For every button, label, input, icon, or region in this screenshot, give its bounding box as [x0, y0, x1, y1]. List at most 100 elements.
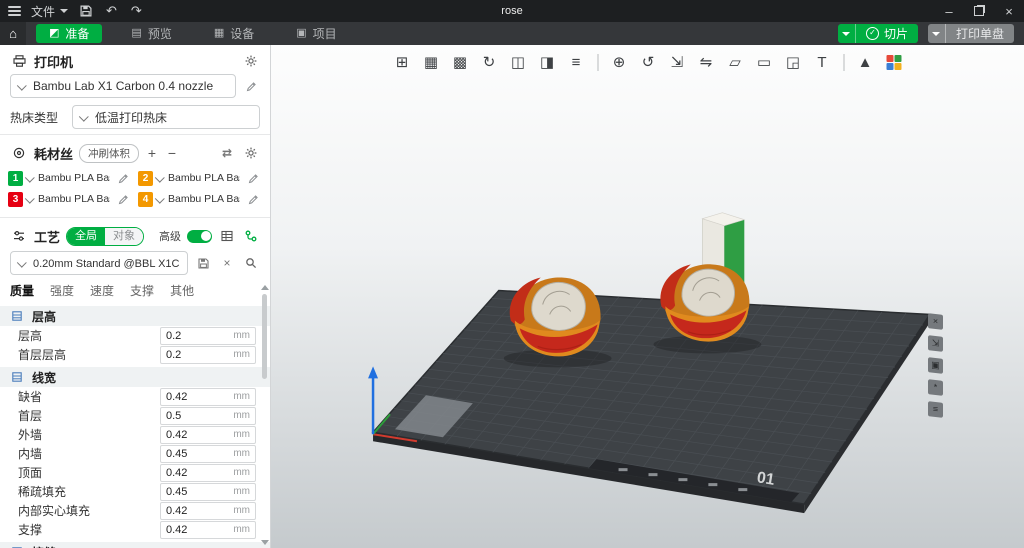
section-icon: [8, 307, 26, 325]
filament-color-swatch[interactable]: 4: [138, 192, 153, 207]
process-tab-2[interactable]: 速度: [90, 282, 114, 299]
plate-rename-icon[interactable]: ≡: [928, 401, 943, 418]
plate-lock-icon[interactable]: ▣: [928, 357, 943, 374]
assembly-view-icon[interactable]: ◲: [781, 50, 805, 74]
add-text-icon[interactable]: T: [810, 50, 834, 74]
param-input[interactable]: 0.42mm: [160, 426, 256, 444]
redo-icon[interactable]: ↷: [129, 3, 144, 19]
slice-dropdown-caret[interactable]: [838, 24, 856, 43]
bed-type-dropdown[interactable]: 低温打印热床: [72, 105, 260, 129]
split-to-objects-icon[interactable]: ◫: [506, 50, 530, 74]
undo-icon[interactable]: ↶: [104, 3, 119, 19]
printer-settings-gear-icon[interactable]: [242, 52, 260, 70]
param-input[interactable]: 0.42mm: [160, 388, 256, 406]
param-input[interactable]: 0.2mm: [160, 327, 256, 345]
scroll-down-arrow[interactable]: [261, 540, 269, 545]
tab-device[interactable]: ▦设备: [201, 24, 267, 43]
tab-project[interactable]: ▣项目: [283, 24, 349, 43]
edit-filament-icon[interactable]: [244, 190, 262, 208]
process-tab-1[interactable]: 强度: [50, 282, 74, 299]
remove-filament-button[interactable]: −: [165, 145, 179, 161]
add-plate-icon[interactable]: ▦: [419, 50, 443, 74]
process-section-title: 工艺: [34, 227, 60, 246]
preview-icon: ▤: [131, 28, 141, 39]
process-tab-4[interactable]: 其他: [170, 282, 194, 299]
search-icon[interactable]: [242, 254, 260, 272]
lay-on-face-icon[interactable]: ▱: [723, 50, 747, 74]
rotate-icon[interactable]: ↺: [636, 50, 660, 74]
edit-filament-icon[interactable]: [114, 190, 132, 208]
color-paint-icon[interactable]: [882, 51, 905, 74]
minimize-button[interactable]: –: [934, 0, 964, 22]
scroll-up-arrow[interactable]: [261, 285, 269, 290]
plate-delete-icon[interactable]: ×: [928, 313, 943, 330]
filament-color-swatch[interactable]: 2: [138, 171, 153, 186]
compare-preset-icon[interactable]: [242, 227, 260, 245]
edit-filament-icon[interactable]: [244, 169, 262, 187]
delete-preset-icon[interactable]: ×: [218, 254, 236, 272]
plate-fit-icon[interactable]: ⇲: [928, 335, 943, 352]
edit-printer-icon[interactable]: [242, 77, 260, 95]
param-input[interactable]: 0.42mm: [160, 521, 256, 539]
add-filament-button[interactable]: +: [145, 145, 159, 161]
printer-preset-value: Bambu Lab X1 Carbon 0.4 nozzle: [33, 79, 213, 93]
sync-filament-icon[interactable]: ⇄: [218, 144, 236, 162]
filament-settings-gear-icon[interactable]: [242, 144, 260, 162]
process-tab-0[interactable]: 质量: [10, 282, 34, 299]
file-menu[interactable]: 文件: [31, 3, 68, 20]
param-value: 0.42: [166, 429, 187, 441]
slice-button[interactable]: ✓ 切片: [838, 24, 918, 43]
tab-preview-label: 预览: [148, 25, 172, 42]
move-icon[interactable]: ⊕: [607, 50, 631, 74]
tab-project-label: 项目: [313, 25, 337, 42]
auto-arrange-icon[interactable]: ▩: [448, 50, 472, 74]
print-dropdown-caret[interactable]: [928, 24, 946, 43]
param-input[interactable]: 0.45mm: [160, 483, 256, 501]
filament-preset-name[interactable]: Bambu PLA Basic: [168, 172, 240, 184]
hamburger-menu-icon[interactable]: [8, 6, 21, 16]
save-preset-icon[interactable]: [194, 254, 212, 272]
process-preset-dropdown[interactable]: 0.20mm Standard @BBL X1C - 拷贝: [10, 251, 188, 275]
process-tab-3[interactable]: 支撑: [130, 282, 154, 299]
add-model-icon[interactable]: ⊞: [390, 50, 414, 74]
param-table-icon[interactable]: [218, 227, 236, 245]
edit-filament-icon[interactable]: [114, 169, 132, 187]
filament-preset-name[interactable]: Bambu PLA Basic: [38, 172, 110, 184]
support-paint-icon[interactable]: ▲: [853, 50, 877, 74]
param-section-header: 层高: [0, 306, 270, 326]
filament-preset-name[interactable]: Bambu PLA Basic: [38, 193, 110, 205]
param-label: 缺省: [18, 388, 160, 405]
viewport-3d[interactable]: ⊞▦▩↻◫◨≡⊕↺⇲⇋▱▭◲T▲: [271, 45, 1024, 548]
advanced-toggle[interactable]: [187, 230, 212, 243]
home-button[interactable]: ⌂: [0, 22, 26, 45]
filament-color-swatch[interactable]: 1: [8, 171, 23, 186]
process-scope-0[interactable]: 全局: [67, 228, 105, 245]
process-scope-1[interactable]: 对象: [105, 228, 143, 245]
mirror-icon[interactable]: ⇋: [694, 50, 718, 74]
printer-preset-dropdown[interactable]: Bambu Lab X1 Carbon 0.4 nozzle: [10, 74, 236, 98]
param-input[interactable]: 0.42mm: [160, 502, 256, 520]
scene-3d[interactable]: 01: [271, 45, 1024, 548]
save-project-icon[interactable]: [78, 5, 94, 17]
param-row: 顶面0.42mm: [0, 463, 270, 482]
tab-preview[interactable]: ▤ 预览: [118, 24, 184, 43]
simplify-model-icon[interactable]: ▭: [752, 50, 776, 74]
auto-orient-icon[interactable]: ↻: [477, 50, 501, 74]
plate-settings-icon[interactable]: *: [928, 379, 943, 396]
tab-prepare[interactable]: ◩准备: [36, 24, 102, 43]
variable-layer-height-icon[interactable]: ≡: [564, 50, 588, 74]
param-input[interactable]: 0.42mm: [160, 464, 256, 482]
print-plate-button[interactable]: 打印单盘: [928, 24, 1014, 43]
scale-icon[interactable]: ⇲: [665, 50, 689, 74]
unit-label: mm: [233, 330, 250, 341]
flush-volume-button[interactable]: 冲刷体积: [79, 144, 139, 163]
split-to-parts-icon[interactable]: ◨: [535, 50, 559, 74]
param-input[interactable]: 0.5mm: [160, 407, 256, 425]
param-input[interactable]: 0.45mm: [160, 445, 256, 463]
maximize-button[interactable]: [964, 0, 994, 22]
scrollbar-thumb[interactable]: [262, 294, 267, 379]
close-button[interactable]: ×: [994, 0, 1024, 22]
filament-preset-name[interactable]: Bambu PLA Basic: [168, 193, 240, 205]
param-input[interactable]: 0.2mm: [160, 346, 256, 364]
filament-color-swatch[interactable]: 3: [8, 192, 23, 207]
